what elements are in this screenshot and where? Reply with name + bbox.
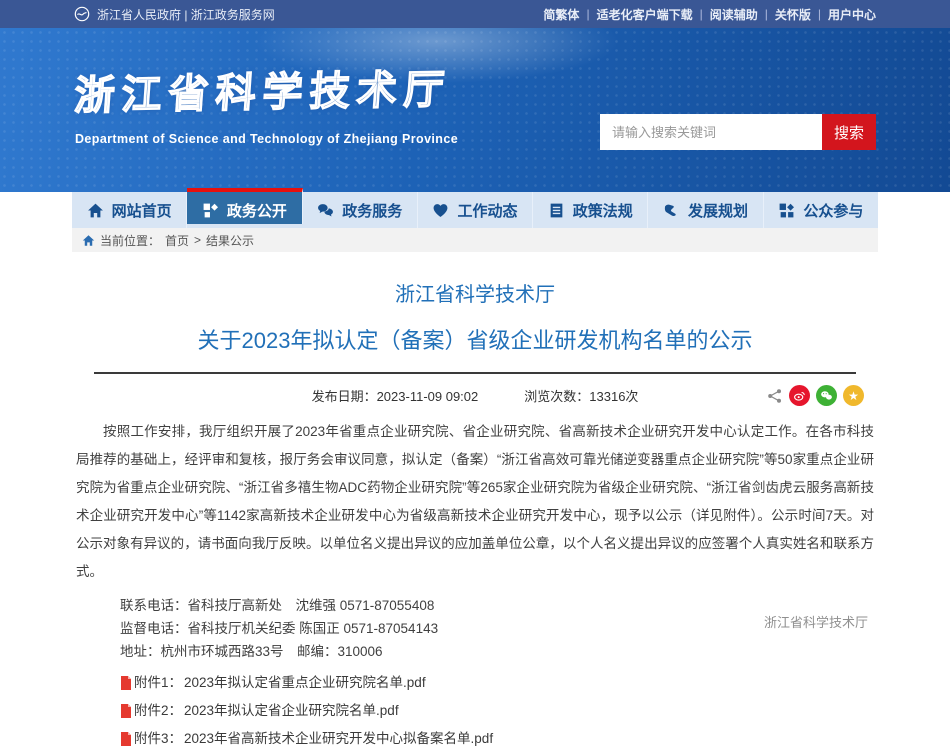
link-user-center[interactable]: 用户中心: [828, 6, 876, 23]
attachment-link-1[interactable]: 附件1：2023年拟认定省重点企业研究院名单.pdf: [120, 672, 878, 693]
nav-label: 发展规划: [688, 200, 748, 221]
footer-org-name: 浙江省科学技术厅: [764, 612, 868, 631]
search-input[interactable]: [600, 114, 822, 150]
article-paragraph: 按照工作安排，我厅组织开展了2023年省重点企业研究院、省企业研究院、省高新技术…: [76, 418, 874, 586]
gov-portal-links[interactable]: 浙江省人民政府 | 浙江政务服务网: [74, 6, 275, 23]
blocks-icon: [202, 202, 219, 219]
breadcrumb-separator: >: [194, 233, 201, 247]
attachment-link-2[interactable]: 附件2：2023年拟认定省企业研究院名单.pdf: [120, 700, 878, 721]
breadcrumb-home-link[interactable]: 首页: [165, 232, 189, 249]
nav-label: 政务公开: [227, 200, 287, 221]
divider: |: [586, 7, 589, 21]
site-search: 搜索: [600, 114, 876, 150]
gov-portal-text[interactable]: 浙江省人民政府 | 浙江政务服务网: [97, 6, 275, 23]
site-title-chinese: 浙江省科学技术厅: [73, 57, 461, 122]
address-line: 地址：杭州市环城西路33号 邮编：310006: [120, 640, 878, 663]
nav-item-gov-services[interactable]: 政务服务: [303, 192, 418, 228]
attachment-link-3[interactable]: 附件3：2023年省高新技术企业研究开发中心拟备案名单.pdf: [120, 728, 878, 749]
qzone-star-icon[interactable]: ★: [843, 385, 864, 406]
attachment-list: 附件1：2023年拟认定省重点企业研究院名单.pdf 附件2：2023年拟认定省…: [120, 672, 878, 749]
publish-date: 发布日期：2023-11-09 09:02: [312, 386, 479, 405]
blocks-icon: [778, 202, 795, 219]
article-meta: 发布日期：2023-11-09 09:02 浏览次数：13316次: [72, 378, 878, 412]
nav-item-policies[interactable]: 政策法规: [533, 192, 648, 228]
home-icon: [82, 234, 95, 247]
article-title-org: 浙江省科学技术厅: [72, 278, 878, 307]
share-icon[interactable]: [767, 388, 783, 404]
document-icon: [548, 202, 565, 219]
link-reading-assist[interactable]: 阅读辅助: [710, 6, 758, 23]
nav-item-development-plan[interactable]: 发展规划: [648, 192, 763, 228]
article-title-main: 关于2023年拟认定（备案）省级企业研发机构名单的公示: [72, 323, 878, 355]
home-icon: [87, 202, 104, 219]
article-content: 浙江省科学技术厅 关于2023年拟认定（备案）省级企业研发机构名单的公示 发布日…: [72, 278, 878, 749]
pdf-icon: [120, 704, 132, 718]
main-navigation: 网站首页 政务公开 政务服务 工作动态 政策法规 发展规划 公众参与: [0, 192, 950, 228]
view-count: 浏览次数：13316次: [524, 386, 638, 405]
heart-icon: [432, 202, 449, 219]
divider: |: [818, 7, 821, 21]
site-title-english: Department of Science and Technology of …: [75, 132, 458, 146]
nav-label: 网站首页: [112, 200, 172, 221]
breadcrumb: 当前位置： 首页 > 结果公示: [72, 228, 878, 252]
pdf-icon: [120, 732, 132, 746]
share-toolbar: ★: [767, 385, 864, 406]
site-banner: 浙江省科学技术厅 Department of Science and Techn…: [0, 28, 950, 192]
nav-label: 工作动态: [457, 200, 517, 221]
breadcrumb-current: 结果公示: [206, 232, 254, 249]
nav-item-work-news[interactable]: 工作动态: [418, 192, 533, 228]
topbar-link-group: 简繁体 | 适老化客户端下载 | 阅读辅助 | 关怀版 | 用户中心: [543, 6, 876, 23]
nav-item-home[interactable]: 网站首页: [72, 192, 187, 228]
title-divider: [94, 372, 856, 374]
divider: |: [765, 7, 768, 21]
nav-item-public-participation[interactable]: 公众参与: [764, 192, 878, 228]
nav-label: 公众参与: [803, 200, 863, 221]
site-logo[interactable]: 浙江省科学技术厅 Department of Science and Techn…: [75, 60, 458, 146]
top-utility-bar: 浙江省人民政府 | 浙江政务服务网 简繁体 | 适老化客户端下载 | 阅读辅助 | 关…: [0, 0, 950, 28]
nav-label: 政务服务: [342, 200, 402, 221]
link-care-version[interactable]: 关怀版: [775, 6, 811, 23]
nav-label: 政策法规: [573, 200, 633, 221]
weibo-icon[interactable]: [789, 385, 810, 406]
pdf-icon: [120, 676, 132, 690]
breadcrumb-prefix: 当前位置：: [100, 232, 160, 249]
link-elderly-client-download[interactable]: 适老化客户端下载: [597, 6, 693, 23]
link-simplified-traditional[interactable]: 简繁体: [543, 6, 579, 23]
divider: |: [700, 7, 703, 21]
wechat-icon[interactable]: [816, 385, 837, 406]
gov-emblem-icon: [74, 6, 90, 22]
handshake-icon: [663, 202, 680, 219]
chat-bubbles-icon: [317, 202, 334, 219]
search-button[interactable]: 搜索: [822, 114, 876, 150]
nav-item-gov-disclosure[interactable]: 政务公开: [187, 188, 302, 224]
